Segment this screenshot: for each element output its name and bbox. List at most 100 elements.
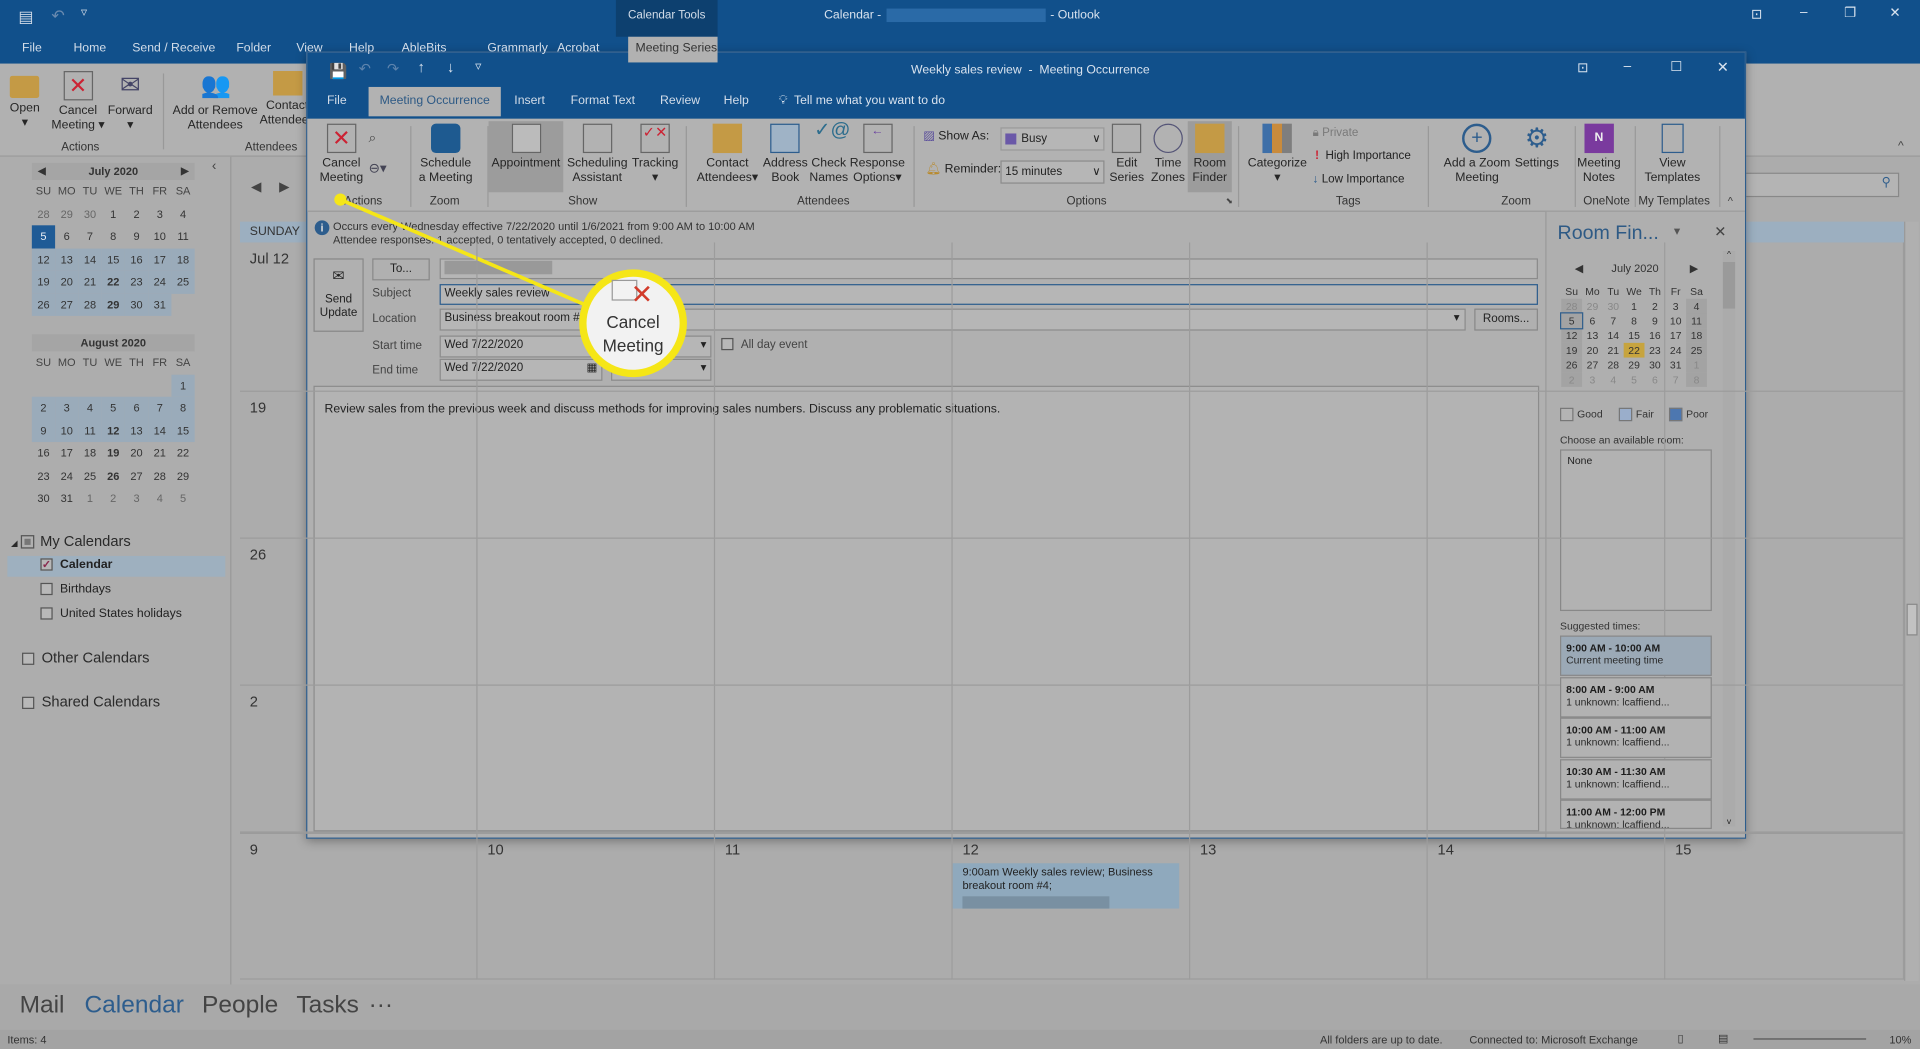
collapse-ribbon-icon[interactable]: ^	[1728, 195, 1733, 207]
add-remove-attendees-button[interactable]: 👥 Add or Remove Attendees	[173, 71, 258, 133]
day-cell[interactable]: 28	[148, 465, 171, 488]
day-cell[interactable]: 22	[101, 270, 125, 294]
calendar-folder-item[interactable]: Birthdays	[40, 580, 111, 598]
day-cell[interactable]: 11	[78, 419, 102, 443]
calendar-day-cell[interactable]	[715, 538, 953, 686]
day-cell[interactable]: 12	[101, 419, 125, 443]
day-cell[interactable]: 24	[55, 465, 78, 488]
day-cell[interactable]: 4	[78, 396, 102, 420]
pane-options-icon[interactable]: ▾	[1674, 225, 1680, 238]
day-cell[interactable]: 31	[55, 487, 78, 510]
day-cell[interactable]: 29	[101, 293, 125, 316]
suggested-time-item[interactable]: 11:00 AM - 12:00 PM 1 unknown: lcaffiend.…	[1560, 799, 1712, 829]
prev-month-icon[interactable]: ◀	[38, 163, 46, 180]
day-cell[interactable]: 21	[78, 270, 102, 294]
calendar-day-cell[interactable]	[477, 685, 716, 833]
day-cell[interactable]: 7	[78, 225, 101, 248]
day-cell[interactable]: 16	[32, 442, 55, 465]
forward-icon[interactable]: ⊖▾	[369, 160, 387, 177]
edit-series-button[interactable]: Edit Series	[1109, 123, 1144, 186]
day-cell[interactable]: 13	[124, 419, 149, 443]
calendar-day-cell[interactable]: 12	[952, 832, 1191, 980]
day-cell[interactable]: 8	[171, 396, 195, 420]
previous-item-icon[interactable]: ↑	[418, 59, 425, 76]
checkbox[interactable]	[22, 696, 35, 709]
nav-more[interactable]: ···	[369, 992, 393, 1020]
minimize-icon[interactable]: –	[1624, 59, 1632, 74]
forward-button[interactable]: ✉ Forward ▾	[108, 71, 153, 133]
next-period-icon[interactable]: ▶	[279, 179, 289, 195]
calendar-day-cell[interactable]	[715, 391, 953, 539]
calendar-day-cell[interactable]	[1190, 685, 1428, 833]
suggested-time-item[interactable]: 9:00 AM - 10:00 AM Current meeting time	[1560, 635, 1712, 676]
appointment-button[interactable]: Appointment	[488, 121, 564, 193]
calendar-day-cell[interactable]	[952, 242, 1191, 392]
close-icon[interactable]: ✕	[1717, 59, 1729, 76]
day-cell[interactable]: 30	[78, 203, 101, 226]
suggested-time-item[interactable]: 10:30 AM - 11:30 AM 1 unknown: lcaffiend.…	[1560, 758, 1712, 799]
calendar-day-cell[interactable]	[952, 685, 1191, 833]
day-cell[interactable]: 18	[171, 247, 195, 271]
check-names-button[interactable]: ✓@ Check Names	[809, 121, 850, 186]
day-cell[interactable]: 4	[171, 203, 194, 226]
ribbon-display-icon[interactable]: ⊡	[1751, 6, 1762, 22]
day-cell[interactable]: 29	[171, 465, 194, 488]
collapse-ribbon-icon[interactable]: ^	[1898, 140, 1904, 153]
day-cell[interactable]: 30	[124, 293, 149, 316]
calendar-folder-item[interactable]: ✓ Calendar	[7, 555, 226, 577]
day-cell[interactable]: 16	[124, 247, 149, 271]
nav-mail[interactable]: Mail	[20, 992, 65, 1020]
ribbon-display-icon[interactable]: ⊡	[1577, 60, 1588, 76]
tab-ablebits[interactable]: AbleBits	[402, 42, 447, 55]
day-cell[interactable]: 26	[102, 465, 125, 488]
restore-icon[interactable]: ❐	[1844, 5, 1856, 21]
my-calendars-group[interactable]: ◢ My Calendars	[11, 533, 131, 550]
day-cell[interactable]: 21	[148, 442, 171, 465]
tab-meeting-occurrence[interactable]: Meeting Occurrence	[368, 86, 501, 117]
reading-view-icon[interactable]: ▤	[1718, 1032, 1728, 1045]
close-pane-icon[interactable]: ✕	[1714, 223, 1726, 240]
tab-review[interactable]: Review	[660, 94, 700, 107]
calendar-day-cell[interactable]	[477, 538, 716, 686]
day-cell[interactable]: 27	[125, 465, 148, 488]
calendar-day-cell[interactable]: 11	[715, 832, 953, 980]
day-cell[interactable]: 15	[101, 247, 125, 271]
nav-tasks[interactable]: Tasks	[296, 992, 359, 1020]
tab-grammarly[interactable]: Grammarly	[487, 42, 548, 55]
mini-calendar-grid[interactable]: SU MO TU WE TH FR SA 1 2 3 4 5 6 7 8 9 10 11 12 13 14 15 16 17 1…	[31, 351, 195, 510]
checkbox[interactable]	[40, 607, 53, 621]
day-cell[interactable]: 5	[171, 487, 194, 510]
tab-send-receive[interactable]: Send / Receive	[132, 42, 215, 55]
day-cell[interactable]: 10	[148, 225, 171, 248]
next-month-icon[interactable]: ▶	[181, 163, 189, 180]
scroll-thumb[interactable]	[1906, 603, 1918, 636]
calendar-day-cell[interactable]	[952, 391, 1191, 539]
high-importance-button[interactable]: ! High Importance	[1315, 149, 1411, 162]
day-cell[interactable]: 30	[32, 487, 55, 510]
undo-icon[interactable]: ↶	[51, 6, 64, 26]
cancel-meeting-button[interactable]: ✕ Cancel Meeting	[320, 123, 363, 186]
day-cell[interactable]: 19	[31, 270, 56, 294]
day-cell[interactable]: 11	[171, 225, 194, 248]
day-cell[interactable]: 23	[32, 465, 55, 488]
day-cell[interactable]: 19	[102, 442, 125, 465]
collapse-pane-icon[interactable]: ‹	[212, 159, 216, 174]
nav-calendar[interactable]: Calendar	[84, 992, 183, 1020]
calendar-day-cell[interactable]	[1190, 391, 1428, 539]
tab-help[interactable]: Help	[349, 42, 374, 55]
tab-home[interactable]: Home	[73, 42, 106, 55]
day-cell[interactable]: 28	[32, 203, 55, 226]
calendar-day-cell[interactable]: 15	[1665, 832, 1905, 980]
day-cell[interactable]: 29	[55, 203, 78, 226]
calendar-day-cell[interactable]	[1427, 242, 1666, 392]
calendar-day-cell[interactable]: 2	[240, 685, 478, 833]
calendar-day-cell[interactable]: 14	[1427, 832, 1666, 980]
next-item-icon[interactable]: ↓	[447, 59, 454, 76]
redo-icon[interactable]: ↷	[387, 60, 399, 77]
day-cell[interactable]: 26	[31, 293, 56, 316]
calendar-search-icon[interactable]: ⌕	[369, 131, 377, 147]
calendar-day-cell[interactable]: Jul 12	[240, 242, 478, 392]
day-cell[interactable]: 17	[55, 442, 78, 465]
day-cell[interactable]: 5	[101, 396, 125, 420]
tab-help[interactable]: Help	[724, 94, 749, 107]
